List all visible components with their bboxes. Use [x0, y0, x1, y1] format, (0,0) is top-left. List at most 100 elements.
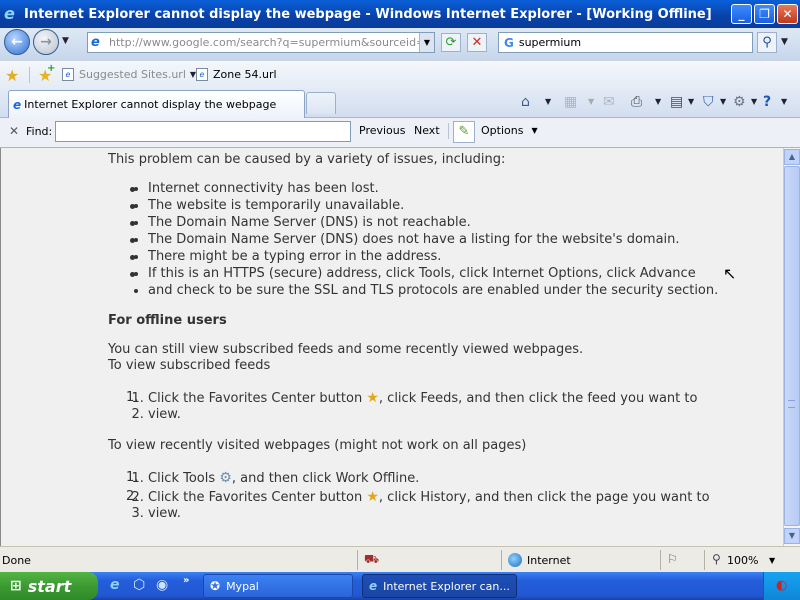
divider — [448, 123, 449, 139]
navigation-bar: ← → ▼ e http://www.google.com/search?q=s… — [0, 28, 800, 60]
favorite-suggested-sites[interactable]: e Suggested Sites.url ▼ — [62, 68, 196, 81]
list-item-continuation: and check to be sure the SSL and TLS pro… — [148, 283, 718, 298]
tab-bar: e Internet Explorer cannot display the w… — [0, 88, 800, 118]
refresh-button[interactable]: ⟳ — [441, 33, 461, 52]
back-button[interactable]: ← — [4, 29, 30, 55]
list-item: 1. Click the Favorites Center button ★, … — [126, 390, 697, 406]
search-box[interactable]: G supermium — [498, 32, 753, 53]
read-mail-icon[interactable]: ✉ — [603, 93, 615, 111]
favorites-bar: ★ ★ e Suggested Sites.url ▼ e Zone 54.ur… — [0, 60, 800, 88]
page-menu-icon[interactable]: ▤ — [670, 93, 683, 111]
help-icon[interactable]: ? — [763, 93, 771, 111]
list-item: The Domain Name Server (DNS) is not reac… — [130, 215, 471, 230]
forward-button[interactable]: → — [33, 29, 59, 55]
ie-logo-icon: e — [4, 4, 15, 23]
system-tray: ◐ — [763, 572, 800, 600]
windows-flag-icon: ⊞ — [10, 578, 22, 594]
feeds-icon[interactable]: ▦ — [564, 93, 577, 111]
new-tab-button[interactable] — [306, 92, 336, 114]
chevron-down-icon[interactable]: ▼ — [655, 97, 661, 106]
minimize-button[interactable]: _ — [731, 4, 752, 24]
page-icon: e — [62, 68, 74, 81]
favorite-zone-54[interactable]: e Zone 54.url — [196, 68, 277, 81]
quick-launch-more-icon[interactable]: » — [183, 575, 189, 586]
window-title: Internet Explorer cannot display the web… — [24, 6, 712, 22]
chevron-down-icon[interactable]: ▼ — [688, 97, 694, 106]
chevron-down-icon[interactable]: ▼ — [781, 97, 787, 106]
home-icon[interactable]: ⌂ — [521, 93, 530, 111]
start-button[interactable]: ⊞ start — [0, 572, 98, 600]
add-to-favorites-bar-icon[interactable]: ★ — [38, 63, 56, 85]
page-content: This problem can be caused by a variety … — [0, 148, 783, 546]
favorites-center-icon[interactable]: ★ — [5, 66, 19, 85]
page-icon: e — [91, 34, 100, 50]
tools-gear-icon: ⚙ — [219, 470, 232, 486]
start-label: start — [27, 576, 72, 596]
list-item: 1. Click Tools ⚙, and then click Work Of… — [126, 470, 419, 486]
scroll-up-button[interactable]: ▲ — [784, 149, 800, 165]
address-dropdown-button[interactable]: ▼ — [419, 33, 434, 52]
find-next-button[interactable]: Next — [414, 124, 440, 137]
offline-heading: For offline users — [108, 313, 227, 328]
taskbar: ⊞ start e ⬡ ◉ » ✪ Mypal e Internet Explo… — [0, 572, 800, 600]
list-item-continuation: view. — [148, 506, 181, 521]
vertical-scrollbar[interactable]: ▲ ▼ — [783, 148, 800, 546]
find-previous-button[interactable]: Previous — [359, 124, 406, 137]
task-label: Internet Explorer can... — [383, 579, 510, 593]
highlight-pencil-icon[interactable]: ✎ — [453, 121, 475, 143]
tools-gear-icon[interactable]: ⚙ — [733, 93, 746, 111]
quick-launch-3d-icon[interactable]: ⬡ — [133, 577, 145, 593]
feeds-subheading: To view subscribed feeds — [108, 358, 271, 373]
quick-launch-app-icon[interactable]: ◉ — [156, 577, 168, 593]
tab-label: Internet Explorer cannot display the web… — [24, 98, 277, 111]
intro-text: This problem can be caused by a variety … — [108, 152, 506, 167]
tab-active[interactable]: e Internet Explorer cannot display the w… — [8, 90, 305, 118]
stop-button[interactable]: ✕ — [467, 33, 487, 52]
maximize-button[interactable]: ❐ — [754, 4, 775, 24]
address-input[interactable]: http://www.google.com/search?q=supermium… — [109, 36, 419, 49]
find-input[interactable] — [55, 121, 351, 142]
search-options-dropdown-icon[interactable]: ▼ — [781, 37, 788, 47]
protected-mode-icon[interactable]: ⚐ — [667, 552, 678, 566]
recent-pages-dropdown-icon[interactable]: ▼ — [62, 36, 69, 46]
zoom-icon[interactable]: ⚲ — [712, 552, 721, 566]
divider — [501, 550, 502, 570]
task-label: Mypal — [226, 579, 259, 593]
status-text: Done — [2, 554, 31, 567]
mypal-icon: ✪ — [210, 579, 221, 593]
search-button[interactable]: ⚲ — [757, 32, 777, 53]
offline-text: You can still view subscribed feeds and … — [108, 342, 584, 357]
taskbar-item-mypal[interactable]: ✪ Mypal — [203, 574, 353, 598]
list-item: The website is temporarily unavailable. — [130, 198, 404, 213]
taskbar-item-internet-explorer[interactable]: e Internet Explorer can... — [362, 574, 517, 598]
scroll-thumb[interactable] — [784, 166, 800, 526]
internet-zone-icon — [508, 553, 522, 567]
chevron-down-icon[interactable]: ▼ — [751, 97, 757, 106]
quick-launch-ie-icon[interactable]: e — [110, 577, 120, 593]
scroll-grip-icon — [788, 400, 795, 408]
scroll-down-button[interactable]: ▼ — [784, 528, 800, 544]
chevron-down-icon[interactable]: ▼ — [545, 97, 551, 106]
close-button[interactable]: ✕ — [777, 4, 798, 24]
chevron-down-icon[interactable]: ▼ — [769, 556, 775, 565]
tray-app-icon[interactable]: ◐ — [776, 578, 787, 593]
recent-subheading: To view recently visited webpages (might… — [108, 438, 527, 453]
print-icon[interactable]: ⎙ — [631, 93, 642, 111]
divider — [660, 550, 661, 570]
chevron-down-icon[interactable]: ▼ — [720, 97, 726, 106]
search-input[interactable]: supermium — [519, 36, 581, 49]
divider — [29, 67, 30, 83]
status-bar: Done ⛟ Internet ⚐ ⚲ 100% ▼ — [0, 546, 800, 572]
close-find-bar-icon[interactable]: ✕ — [9, 124, 19, 138]
favorite-label: Zone 54.url — [213, 68, 277, 81]
chevron-down-icon[interactable]: ▼ — [588, 97, 594, 106]
divider — [357, 550, 358, 570]
zoom-level[interactable]: 100% — [727, 554, 758, 567]
list-item: The Domain Name Server (DNS) does not ha… — [130, 232, 680, 247]
zone-label: Internet — [527, 554, 571, 567]
safety-icon[interactable]: ⛉ — [703, 93, 714, 111]
find-options-button[interactable]: Options ▼ — [481, 124, 538, 137]
list-item-continuation: view. — [148, 407, 181, 422]
find-bar: ✕ Find: Previous Next ✎ Options ▼ — [0, 118, 800, 148]
address-bar[interactable]: e http://www.google.com/search?q=supermi… — [87, 32, 435, 53]
